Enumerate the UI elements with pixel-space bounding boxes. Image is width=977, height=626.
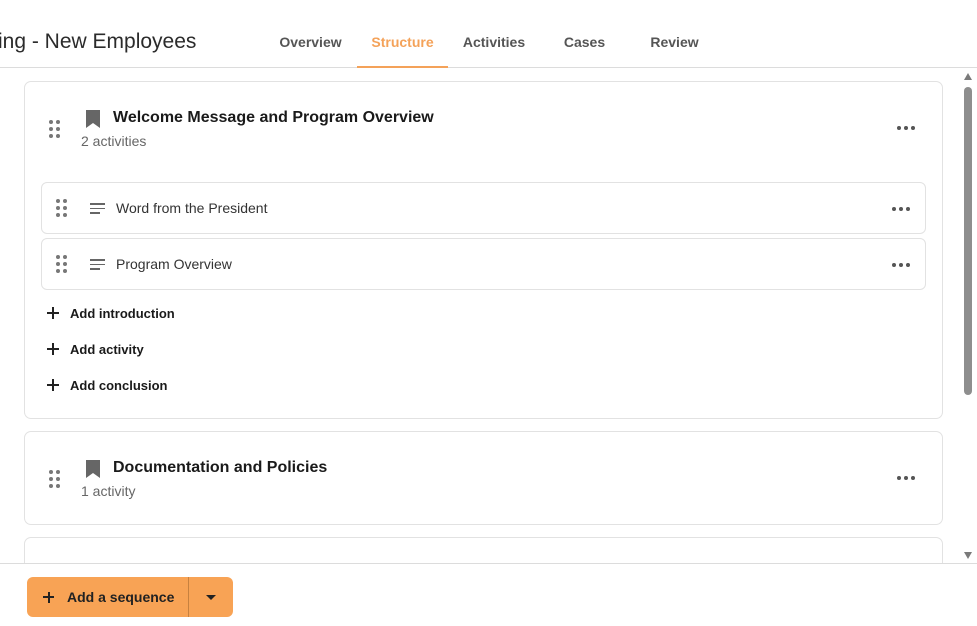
text-lines-icon [90, 203, 105, 214]
bookmark-icon [86, 460, 100, 478]
more-options-icon[interactable] [897, 476, 915, 480]
activity-label: Program Overview [116, 256, 232, 272]
plus-icon [47, 343, 59, 355]
scroll-up-arrow-icon[interactable] [964, 73, 972, 80]
page-title: ing - New Employees [0, 30, 197, 53]
sequence-card: Welcome Message and Program Overview 2 a… [24, 81, 943, 419]
more-options-icon[interactable] [892, 207, 910, 211]
plus-icon [47, 307, 59, 319]
drag-handle-icon[interactable] [56, 255, 67, 273]
drag-handle-icon[interactable] [49, 470, 60, 488]
footer-bar: Add a sequence [0, 563, 977, 626]
activity-row[interactable]: Program Overview [41, 238, 926, 290]
sequence-card: Documentation and Policies 1 activity [24, 431, 943, 525]
add-sequence-dropdown-button[interactable] [189, 577, 233, 617]
scrollbar-thumb[interactable] [964, 87, 972, 395]
more-options-icon[interactable] [892, 263, 910, 267]
vertical-scrollbar[interactable] [959, 69, 977, 563]
add-sequence-split-button: Add a sequence [27, 577, 233, 617]
tab-overview[interactable]: Overview [264, 0, 357, 68]
sequence-title: Documentation and Policies [113, 459, 328, 476]
sequence-activity-count: 1 activity [81, 483, 136, 499]
add-introduction-button[interactable]: Add introduction [47, 302, 175, 324]
add-sequence-button[interactable]: Add a sequence [27, 577, 188, 617]
drag-handle-icon[interactable] [56, 199, 67, 217]
activity-row[interactable]: Word from the President [41, 182, 926, 234]
tab-review[interactable]: Review [629, 0, 720, 68]
plus-icon [47, 379, 59, 391]
plus-icon [43, 591, 54, 603]
add-conclusion-button[interactable]: Add conclusion [47, 374, 168, 396]
add-introduction-label: Add introduction [70, 305, 175, 321]
sequence-card [24, 537, 943, 563]
sequence-title: Welcome Message and Program Overview [113, 109, 434, 126]
tab-structure[interactable]: Structure [357, 0, 448, 68]
tab-activities[interactable]: Activities [448, 0, 540, 68]
add-activity-button[interactable]: Add activity [47, 338, 144, 360]
drag-handle-icon[interactable] [49, 120, 60, 138]
add-sequence-label: Add a sequence [67, 589, 175, 605]
activity-label: Word from the President [116, 200, 268, 216]
more-options-icon[interactable] [897, 126, 915, 130]
scroll-down-arrow-icon[interactable] [964, 552, 972, 559]
caret-down-icon [206, 594, 216, 600]
bookmark-icon [86, 110, 100, 128]
tab-cases[interactable]: Cases [540, 0, 629, 68]
tab-bar: Overview Structure Activities Cases Revi… [264, 0, 720, 68]
sequence-activity-count: 2 activities [81, 133, 147, 149]
structure-list: Welcome Message and Program Overview 2 a… [0, 69, 977, 563]
header: ing - New Employees Overview Structure A… [0, 0, 977, 68]
add-conclusion-label: Add conclusion [70, 377, 168, 393]
text-lines-icon [90, 259, 105, 270]
add-activity-label: Add activity [70, 341, 144, 357]
